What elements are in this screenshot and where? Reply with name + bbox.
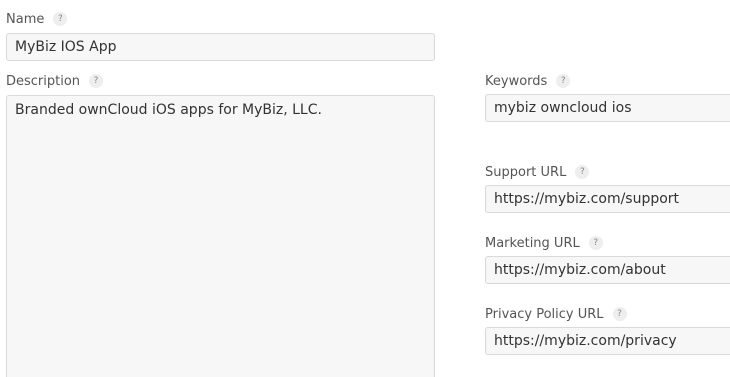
name-field[interactable]: MyBiz IOS App [6, 33, 435, 61]
name-help-icon[interactable]: ? [53, 12, 68, 26]
description-label-row: Description ? [6, 72, 104, 90]
description-help-icon[interactable]: ? [89, 74, 104, 88]
description-label: Description [6, 73, 81, 89]
privacy-url-help-icon[interactable]: ? [612, 307, 627, 321]
keywords-label-row: Keywords ? [485, 72, 571, 90]
marketing-url-field[interactable]: https://mybiz.com/about [485, 256, 730, 284]
name-label: Name [6, 11, 45, 27]
name-label-row: Name ? [6, 10, 68, 28]
keywords-field[interactable]: mybiz owncloud ios [485, 94, 730, 122]
privacy-url-label: Privacy Policy URL [485, 306, 604, 322]
keywords-label: Keywords [485, 73, 548, 89]
support-url-label-row: Support URL ? [485, 163, 590, 181]
marketing-url-label-row: Marketing URL ? [485, 234, 603, 252]
marketing-url-label: Marketing URL [485, 235, 580, 251]
app-metadata-form: Name ? MyBiz IOS App Description ? Brand… [0, 0, 730, 377]
description-textarea[interactable]: Branded ownCloud iOS apps for MyBiz, LLC… [6, 95, 435, 377]
support-url-field[interactable]: https://mybiz.com/support [485, 185, 730, 213]
marketing-url-help-icon[interactable]: ? [588, 236, 603, 250]
support-url-label: Support URL [485, 164, 567, 180]
privacy-url-field[interactable]: https://mybiz.com/privacy [485, 327, 730, 355]
keywords-help-icon[interactable]: ? [556, 74, 571, 88]
privacy-url-label-row: Privacy Policy URL ? [485, 305, 627, 323]
support-url-help-icon[interactable]: ? [575, 165, 590, 179]
